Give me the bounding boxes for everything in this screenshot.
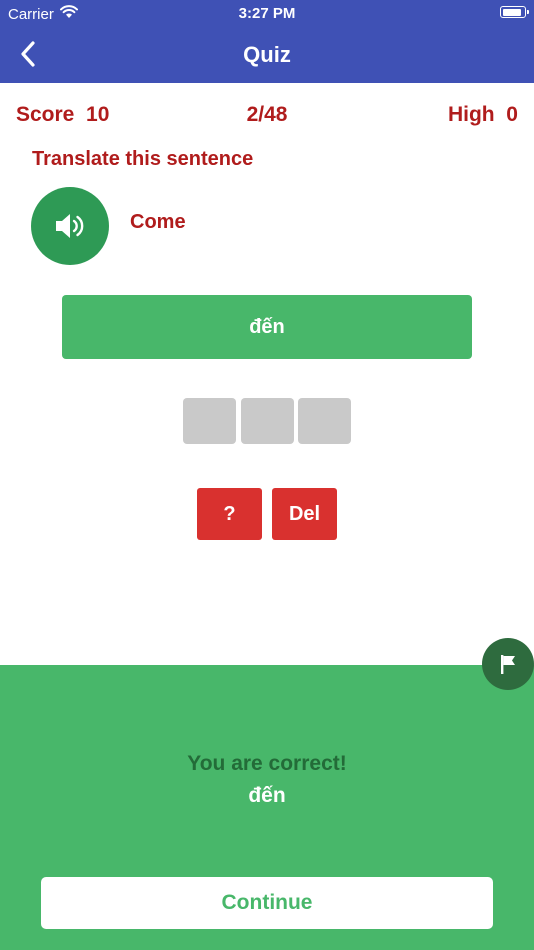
status-bar: Carrier 3:27 PM: [0, 0, 534, 26]
result-panel: You are correct! đến Continue: [0, 665, 534, 950]
letter-slot-2[interactable]: [241, 398, 294, 444]
status-right: [500, 6, 529, 18]
high-score-label: High 0: [447, 103, 518, 126]
flag-icon: [501, 655, 515, 674]
page-title: Quiz: [243, 42, 291, 67]
letter-slot-1[interactable]: [183, 398, 236, 444]
battery-icon: [500, 6, 529, 18]
letter-slot-3[interactable]: [298, 398, 351, 444]
prompt-word: Come: [130, 211, 186, 233]
speaker-button[interactable]: [31, 187, 109, 265]
progress-label: 2/48: [246, 103, 288, 126]
continue-button[interactable]: Continue: [41, 877, 493, 929]
hint-button[interactable]: ?: [197, 488, 262, 540]
result-answer: đến: [248, 784, 286, 807]
flag-button[interactable]: [482, 638, 534, 690]
speaker-icon: [56, 214, 84, 238]
instruction-text: Translate this sentence: [32, 148, 254, 170]
delete-button[interactable]: Del: [272, 488, 337, 540]
scoreboard: Score 10 2/48 High 0: [16, 103, 518, 131]
result-message: You are correct!: [187, 752, 347, 775]
status-time: 3:27 PM: [238, 5, 296, 22]
answer-banner: đến: [62, 295, 472, 359]
nav-bar: Quiz: [0, 26, 534, 83]
